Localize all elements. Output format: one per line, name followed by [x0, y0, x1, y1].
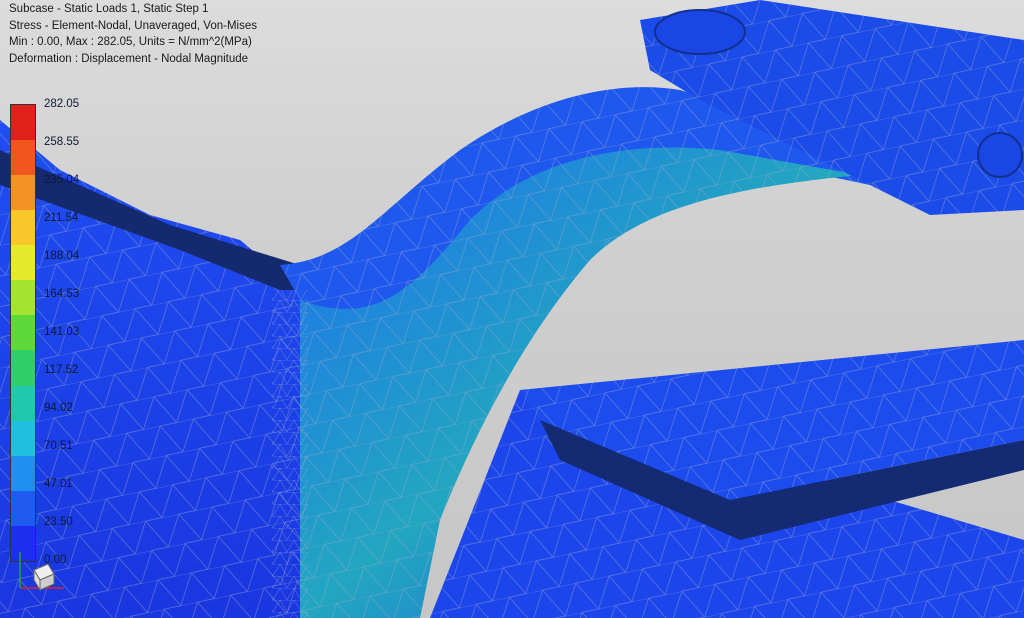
legend-band	[11, 455, 35, 491]
legend-tick-label: 70.51	[44, 440, 73, 452]
view-triad-icon[interactable]	[14, 548, 70, 598]
stress-label: Stress - Element-Nodal, Unaveraged, Von-…	[9, 19, 257, 32]
legend-tick-label: 258.55	[44, 136, 80, 148]
fillet-mesh	[272, 290, 308, 618]
legend-tick-label: 23.50	[44, 516, 73, 528]
legend-tick-label: 164.53	[44, 288, 80, 300]
legend-tick-label: 94.02	[44, 402, 73, 414]
legend-band	[11, 105, 35, 141]
legend-band	[11, 315, 35, 351]
range-label: Min : 0.00, Max : 282.05, Units = N/mm^2…	[9, 36, 252, 48]
deformation-label: Deformation : Displacement - Nodal Magni…	[9, 52, 249, 65]
legend-band	[11, 210, 35, 246]
legend-tick-label: 117.52	[44, 364, 79, 376]
legend-band	[11, 385, 35, 421]
legend-band	[11, 175, 35, 211]
legend-band	[11, 140, 35, 176]
legend-tick-label: 141.03	[44, 326, 80, 338]
legend-tick-label: 188.04	[44, 250, 80, 262]
color-legend	[10, 104, 36, 562]
result-info: Subcase - Static Loads 1, Static Step 1 …	[9, 1, 257, 67]
legend-band	[11, 350, 35, 386]
legend-band	[11, 245, 35, 281]
model-viewport[interactable]: Subcase - Static Loads 1, Static Step 1 …	[0, 0, 1024, 618]
legend-band	[11, 420, 35, 456]
legend-band	[11, 280, 35, 316]
subcase-label: Subcase - Static Loads 1, Static Step 1	[9, 3, 209, 15]
legend-tick-label: 47.01	[44, 478, 73, 490]
pin-top	[654, 9, 746, 55]
pin-right	[977, 132, 1023, 178]
legend-tick-label: 211.54	[44, 212, 79, 224]
fea-model	[0, 0, 1024, 618]
legend-tick-label: 235.04	[44, 174, 80, 186]
legend-band	[11, 490, 35, 526]
legend-tick-label: 282.05	[44, 98, 80, 110]
